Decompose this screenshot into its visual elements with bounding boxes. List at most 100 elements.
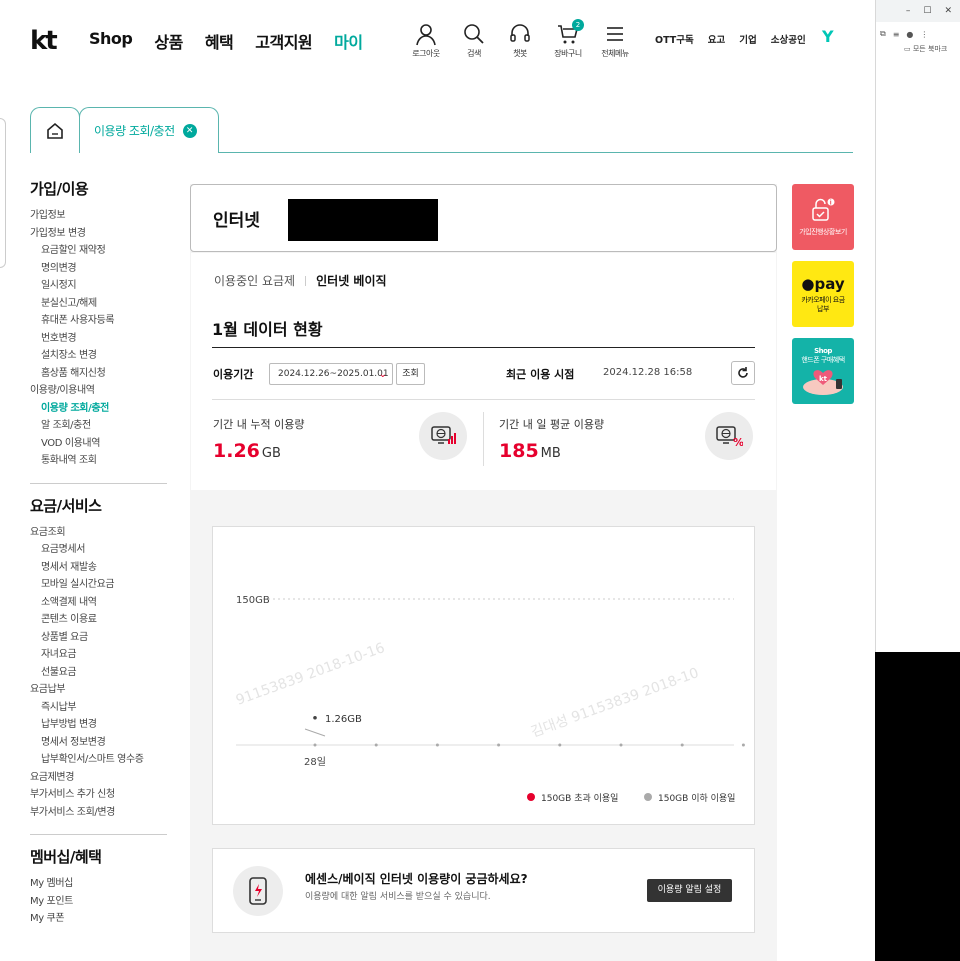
- sidebar-item[interactable]: 부가서비스 조회/변경: [30, 804, 167, 822]
- minimize-icon[interactable]: –: [906, 6, 911, 16]
- sidebar-item[interactable]: 콘텐츠 이용료: [30, 611, 167, 629]
- tab-usage-label: 이용량 조회/충전: [94, 124, 175, 138]
- sidebar-item[interactable]: 홈상품 해지신청: [30, 365, 167, 383]
- notice-description: 이용량에 대한 알림 서비스를 받으실 수 있습니다.: [305, 892, 491, 902]
- sidebar-item[interactable]: 납부확인서/스마트 영수증: [30, 751, 167, 769]
- sidebar-item[interactable]: 요금납부: [30, 681, 167, 699]
- sidebar-item[interactable]: My 쿠폰: [30, 910, 167, 928]
- sidebar-item[interactable]: 요금제변경: [30, 769, 167, 787]
- gnb-my[interactable]: 마이: [334, 29, 363, 53]
- sidebar-item[interactable]: 선불요금: [30, 664, 167, 682]
- alert-notice: 에센스/베이직 인터넷 이용량이 궁금하세요? 이용량에 대한 알림 서비스를 …: [212, 848, 755, 933]
- sidebar-item[interactable]: 즉시납부: [30, 699, 167, 717]
- x-axis-tick: [741, 743, 745, 747]
- sidebar-item[interactable]: 분실신고/해제: [30, 295, 167, 313]
- refresh-icon: [738, 367, 748, 378]
- gnb-benefits[interactable]: 혜택: [205, 29, 234, 53]
- sidebar-item[interactable]: 소액결제 내역: [30, 594, 167, 612]
- svg-text:%: %: [733, 436, 743, 448]
- legend-swatch-under: [644, 793, 652, 801]
- cart-button[interactable]: 2 장바구니: [545, 19, 591, 59]
- shop-phone-banner[interactable]: Shop 핸드폰 구매혜택 kt: [792, 338, 854, 404]
- link-yogo[interactable]: 요고: [708, 32, 725, 46]
- chatbot-button[interactable]: 챗봇: [497, 22, 543, 59]
- sidebar-item[interactable]: 상품별 요금: [30, 629, 167, 647]
- sidebar-item[interactable]: 요금조회: [30, 524, 167, 542]
- gnb-support[interactable]: 고객지원: [255, 29, 312, 53]
- cast-icon[interactable]: ≡: [893, 30, 900, 39]
- kakaopay-banner[interactable]: ●pay 카카오페이 요금납부: [792, 261, 854, 327]
- data-point-label: 1.26GB: [325, 714, 362, 725]
- sidebar-item[interactable]: 요금명세서: [30, 541, 167, 559]
- maximize-icon[interactable]: ☐: [923, 6, 931, 16]
- sidebar-item[interactable]: 명의변경: [30, 260, 167, 278]
- cumulative-usage-label: 기간 내 누적 이용량: [213, 418, 305, 431]
- search-icon: [464, 24, 484, 44]
- period-value: 2024.12.26~2025.01.01: [278, 369, 389, 379]
- window-close-icon[interactable]: ✕: [944, 6, 952, 16]
- link-smallbiz[interactable]: 소상공인: [771, 32, 806, 46]
- profile-icon[interactable]: ●: [906, 30, 913, 39]
- sidebar-divider: [30, 482, 167, 484]
- link-business[interactable]: 기업: [739, 32, 756, 46]
- sidebar-item[interactable]: VOD 이용내역: [30, 435, 167, 453]
- sidebar-item[interactable]: 이용량/이용내역: [30, 382, 167, 400]
- more-icon[interactable]: ⋮: [920, 30, 928, 39]
- link-ott[interactable]: OTT구독: [655, 32, 694, 46]
- sidebar-item[interactable]: 이용량 조회/충전: [30, 400, 167, 418]
- sidebar-item[interactable]: 통화내역 조회: [30, 452, 167, 470]
- sidebar-item[interactable]: 부가서비스 추가 신청: [30, 786, 167, 804]
- plan-label: 이용중인 요금제: [214, 274, 296, 288]
- refresh-button[interactable]: [731, 361, 755, 385]
- cart-label: 장바구니: [554, 49, 582, 58]
- tab-usage[interactable]: 이용량 조회/충전 ✕: [79, 107, 219, 153]
- recent-use-label: 최근 이용 시점: [506, 368, 575, 381]
- period-select[interactable]: 2024.12.26~2025.01.01 ⌄: [269, 363, 393, 385]
- x-axis-tick: [374, 743, 378, 747]
- gnb-shop[interactable]: Shop: [89, 29, 133, 53]
- kt-logo[interactable]: kt: [30, 26, 58, 56]
- bookmarks-folder[interactable]: ▭ 모든 북마크: [876, 39, 960, 54]
- gnb-products[interactable]: 상품: [154, 29, 183, 53]
- sidebar-section-title[interactable]: 가입/이용: [30, 178, 167, 199]
- point-leader-line: [304, 728, 326, 737]
- sidebar-item[interactable]: My 멤버십: [30, 875, 167, 893]
- extension-icon[interactable]: ⧉: [880, 29, 886, 39]
- home-tab[interactable]: [30, 107, 80, 153]
- cart-badge: 2: [572, 19, 584, 31]
- sidebar-item[interactable]: 알 조회/충전: [30, 417, 167, 435]
- menu-button[interactable]: 전체메뉴: [592, 22, 638, 59]
- sidebar-item[interactable]: 명세서 정보변경: [30, 734, 167, 752]
- sidebar-item[interactable]: 가입정보: [30, 207, 167, 225]
- sidebar-section-title[interactable]: 멤버십/혜택: [30, 846, 167, 867]
- sidebar-item[interactable]: 납부방법 변경: [30, 716, 167, 734]
- sidebar-item[interactable]: 번호변경: [30, 330, 167, 348]
- sidebar-item[interactable]: 요금할인 재약정: [30, 242, 167, 260]
- logout-button[interactable]: 로그아웃: [403, 22, 449, 59]
- sidebar-item[interactable]: 명세서 재발송: [30, 559, 167, 577]
- sidebar-item[interactable]: My 포인트: [30, 893, 167, 911]
- sidebar-item[interactable]: 설치장소 변경: [30, 347, 167, 365]
- usage-alert-button[interactable]: 이용량 알림 설정: [647, 879, 732, 902]
- daily-avg-usage-unit: MB: [540, 446, 561, 461]
- sidebar-item[interactable]: 모바일 실시간요금: [30, 576, 167, 594]
- sidebar-item[interactable]: 일시정지: [30, 277, 167, 295]
- month-title: 1월 데이터 현황: [212, 320, 323, 339]
- query-button[interactable]: 조회: [396, 363, 425, 385]
- cumulative-usage-value: 1.26 GB: [213, 440, 281, 462]
- y-logo-icon[interactable]: Y: [822, 27, 834, 46]
- search-button[interactable]: 검색: [451, 22, 497, 59]
- plan-info: 이용중인 요금제 인터넷 베이직: [214, 272, 387, 289]
- sidebar-item[interactable]: 자녀요금: [30, 646, 167, 664]
- sidebar-item[interactable]: 휴대폰 사용자등록: [30, 312, 167, 330]
- cumulative-usage-number: 1.26: [213, 440, 260, 462]
- signup-status-banner[interactable]: i 가입진행상황보기: [792, 184, 854, 250]
- phone-alert-icon: [233, 866, 283, 916]
- plan-name: 인터넷 베이직: [316, 274, 387, 288]
- sidebar-section-title[interactable]: 요금/서비스: [30, 495, 167, 516]
- tab-close-icon[interactable]: ✕: [182, 123, 197, 138]
- legend-label-over: 150GB 초과 이용일: [541, 793, 618, 804]
- sidebar-item[interactable]: 가입정보 변경: [30, 225, 167, 243]
- svg-text:i: i: [830, 199, 832, 206]
- plan-separator: [305, 275, 307, 286]
